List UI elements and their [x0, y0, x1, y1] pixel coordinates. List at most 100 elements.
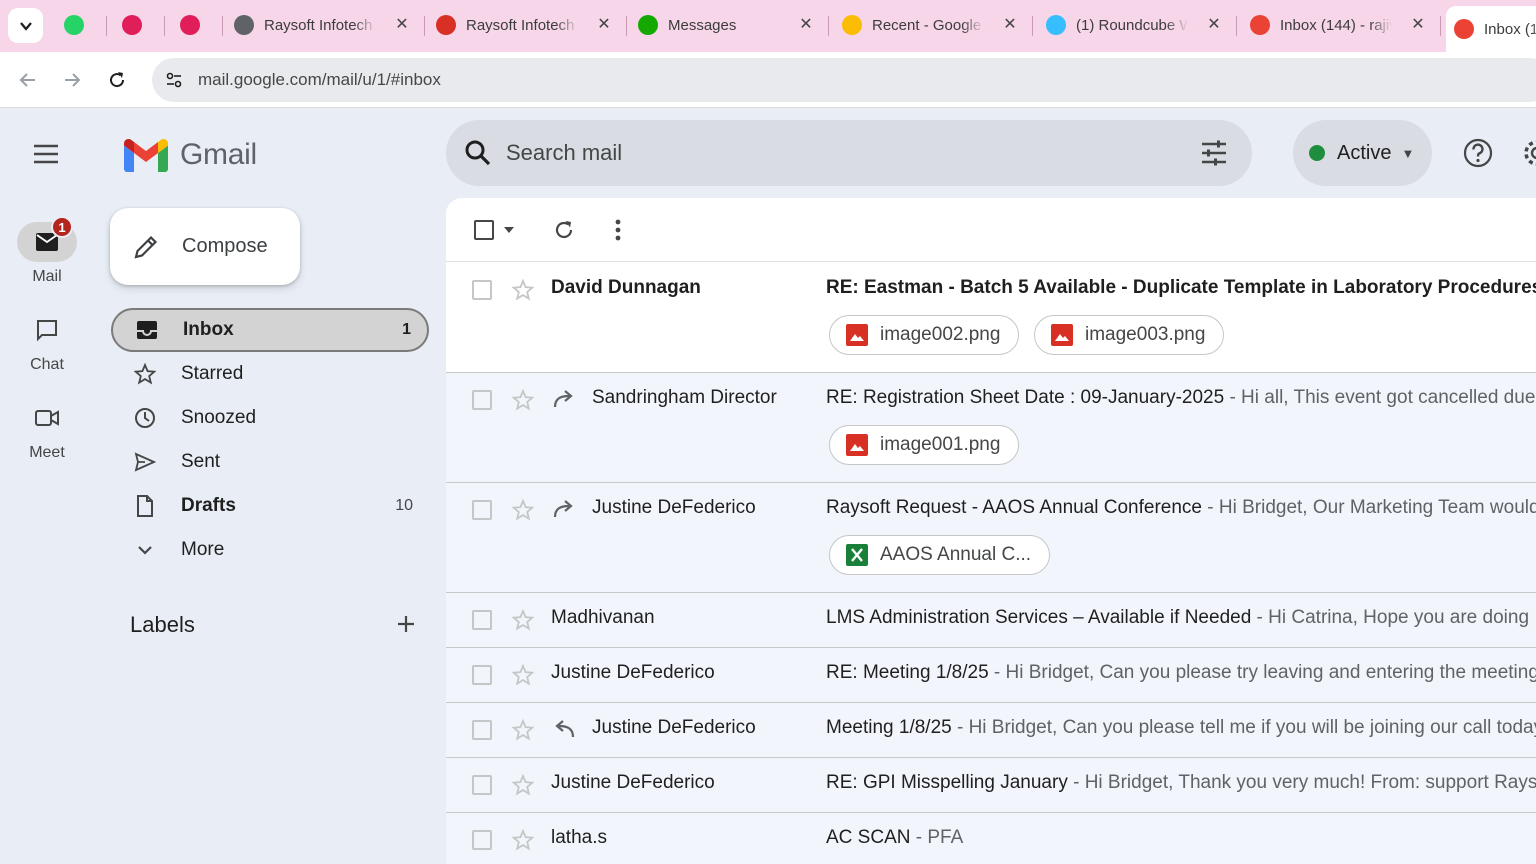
email-row[interactable]: Sandringham Director RE: Registration She… — [446, 373, 1536, 483]
attachment-chip[interactable]: AAOS Annual C... — [829, 535, 1051, 575]
close-tab-icon[interactable]: ✕ — [1000, 15, 1020, 35]
spreadsheet-icon — [846, 544, 868, 566]
close-tab-icon[interactable]: ✕ — [1204, 15, 1224, 35]
nav-item-label: More — [181, 539, 225, 560]
select-all-checkbox[interactable] — [470, 216, 520, 244]
tab-separator — [424, 16, 425, 36]
nav-item-inbox[interactable]: Inbox 1 — [111, 308, 429, 352]
support-button[interactable] — [1459, 134, 1497, 172]
search-options-button[interactable] — [1198, 137, 1230, 169]
email-row[interactable]: David Dunnagan RE: Eastman - Batch 5 Avai… — [446, 263, 1536, 373]
browser-tab[interactable]: Inbox (1 — [1446, 6, 1536, 52]
nav-item-sent[interactable]: Sent — [111, 440, 429, 484]
browser-tab[interactable]: Messages ✕ — [630, 6, 824, 44]
row-checkbox[interactable] — [472, 500, 492, 520]
star-icon[interactable] — [511, 718, 535, 741]
browser-tab[interactable]: Inbox (144) - rajiv ✕ — [1242, 6, 1436, 44]
settings-button[interactable] — [1518, 134, 1536, 172]
nav-item-drafts[interactable]: Drafts 10 — [111, 484, 429, 528]
image-icon — [1051, 324, 1073, 346]
attachment-chip[interactable]: image002.png — [829, 315, 1020, 355]
attachment-name: image003.png — [1085, 324, 1206, 345]
search-input[interactable] — [506, 140, 1198, 166]
close-tab-icon[interactable]: ✕ — [1408, 15, 1428, 35]
address-bar[interactable]: mail.google.com/mail/u/1/#inbox — [152, 58, 1536, 102]
plus-icon — [398, 616, 414, 632]
search-bar[interactable] — [446, 120, 1252, 186]
email-subject: RE: Eastman - Batch 5 Available - Duplic… — [826, 277, 1536, 298]
browser-tab-title: (1) Roundcube W — [1076, 16, 1188, 34]
browser-tab[interactable]: Recent - Google I ✕ — [834, 6, 1028, 44]
attachment-chip[interactable]: image001.png — [829, 425, 1020, 465]
close-tab-icon[interactable]: ✕ — [392, 15, 412, 35]
close-tab-icon[interactable]: ✕ — [594, 15, 614, 35]
tab-separator — [106, 16, 107, 36]
roundcube-icon — [1046, 15, 1066, 35]
browser-tab[interactable]: Raysoft Infotech I ✕ — [226, 6, 420, 44]
email-row[interactable]: Justine DeFederico Raysoft Request - AAOS… — [446, 483, 1536, 593]
row-checkbox[interactable] — [472, 830, 492, 850]
refresh-icon — [555, 221, 573, 239]
search-button[interactable] — [462, 137, 494, 169]
reload-button[interactable] — [101, 64, 133, 96]
browser-tab[interactable] — [172, 6, 218, 44]
star-icon[interactable] — [511, 278, 535, 301]
forward-button[interactable] — [56, 64, 88, 96]
browser-tab[interactable] — [56, 6, 102, 44]
star-icon[interactable] — [511, 828, 535, 851]
email-subject: AC SCAN — [826, 827, 911, 848]
row-checkbox[interactable] — [472, 390, 492, 410]
email-row[interactable]: Justine DeFederico RE: Meeting 1/8/25 - H… — [446, 648, 1536, 703]
browser-tab-title: Messages — [668, 16, 737, 34]
upwork-icon — [638, 15, 658, 35]
compose-button[interactable]: Compose — [110, 208, 300, 285]
email-subject-line: RE: Eastman - Batch 5 Available - Duplic… — [826, 277, 1536, 299]
tab-search-button[interactable] — [8, 8, 43, 43]
row-checkbox[interactable] — [472, 775, 492, 795]
attachment-chip[interactable]: image003.png — [1034, 315, 1225, 355]
email-sender: Justine DeFederico — [592, 497, 756, 518]
nav-item-more[interactable]: More — [111, 528, 429, 572]
nav-item-snoozed[interactable]: Snoozed — [111, 396, 429, 440]
site-info-button[interactable] — [156, 62, 192, 98]
tab-separator — [828, 16, 829, 36]
email-row[interactable]: Justine DeFederico Meeting 1/8/25 - Hi Br… — [446, 703, 1536, 758]
more-options-button[interactable] — [606, 216, 630, 244]
email-row[interactable]: Justine DeFederico RE: GPI Misspelling Ja… — [446, 758, 1536, 813]
gmail-logo[interactable]: Gmail — [124, 138, 257, 172]
row-checkbox[interactable] — [472, 280, 492, 300]
star-icon[interactable] — [511, 498, 535, 521]
status-selector[interactable]: Active ▼ — [1293, 120, 1432, 186]
rail-chat-pill — [17, 310, 77, 350]
refresh-button[interactable] — [550, 216, 578, 244]
back-button[interactable] — [12, 64, 44, 96]
star-icon[interactable] — [511, 663, 535, 686]
browser-tab[interactable] — [114, 6, 160, 44]
star-icon[interactable] — [511, 773, 535, 796]
browser-toolbar: mail.google.com/mail/u/1/#inbox — [0, 52, 1536, 108]
email-snippet: - PFA — [910, 827, 964, 848]
star-icon[interactable] — [511, 388, 535, 411]
browser-tab[interactable]: Raysoft Infotech I ✕ — [428, 6, 622, 44]
caret-down-icon — [504, 227, 514, 233]
star-icon[interactable] — [511, 608, 535, 631]
email-row[interactable]: Madhivanan LMS Administration Services – … — [446, 593, 1536, 648]
create-label-button[interactable] — [392, 610, 420, 638]
rail-mail-label: Mail — [32, 268, 62, 285]
browser-tab[interactable]: (1) Roundcube W ✕ — [1038, 6, 1232, 44]
row-checkbox[interactable] — [472, 665, 492, 685]
drive-icon — [842, 15, 862, 35]
email-subject-line: Raysoft Request - AAOS Annual Conference… — [826, 497, 1536, 519]
main-menu-button[interactable] — [30, 142, 62, 166]
labels-header: Labels — [130, 612, 195, 637]
rail-meet[interactable]: Meet — [0, 398, 94, 462]
row-checkbox[interactable] — [472, 610, 492, 630]
email-row[interactable]: latha.s AC SCAN - PFA — [446, 813, 1536, 864]
rail-mail[interactable]: 1 Mail — [0, 216, 94, 286]
nav-item-starred[interactable]: Starred — [111, 352, 429, 396]
close-tab-icon[interactable]: ✕ — [796, 15, 816, 35]
rail-chat[interactable]: Chat — [0, 310, 94, 374]
row-checkbox[interactable] — [472, 720, 492, 740]
mail-unread-badge: 1 — [51, 216, 73, 238]
app-rail: 1 Mail Chat Meet — [0, 108, 94, 864]
